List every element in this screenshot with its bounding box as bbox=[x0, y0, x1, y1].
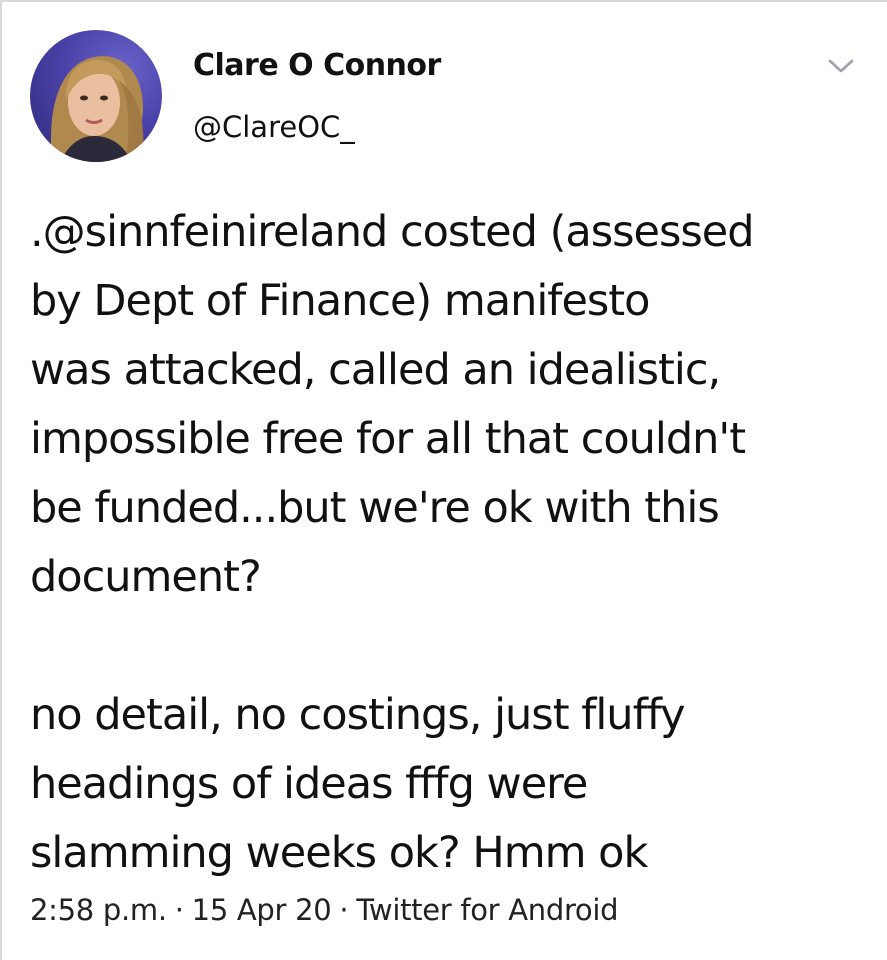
separator: · bbox=[174, 893, 184, 927]
frame-border-left bbox=[0, 0, 2, 960]
tweet-source[interactable]: Twitter for Android bbox=[356, 893, 618, 927]
tweet-date[interactable]: 15 Apr 20 bbox=[192, 893, 332, 927]
avatar[interactable] bbox=[30, 30, 162, 162]
author-handle[interactable]: @ClareOC_ bbox=[193, 110, 355, 144]
tweet-paragraph: no detail, no costings, just fluffy head… bbox=[30, 690, 686, 878]
frame-border-top bbox=[0, 0, 887, 2]
separator: · bbox=[339, 893, 349, 927]
tweet-metadata: 2:58 p.m. · 15 Apr 20 · Twitter for Android bbox=[30, 893, 619, 927]
tweet-time[interactable]: 2:58 p.m. bbox=[30, 893, 167, 927]
tweet-text: .@sinnfeinireland costed (assessed by De… bbox=[30, 198, 870, 888]
chevron-down-icon[interactable] bbox=[826, 55, 856, 77]
avatar-photo-icon bbox=[50, 56, 144, 162]
author-name[interactable]: Clare O Connor bbox=[193, 48, 441, 83]
tweet-paragraph: .@sinnfeinireland costed (assessed by De… bbox=[30, 207, 755, 602]
